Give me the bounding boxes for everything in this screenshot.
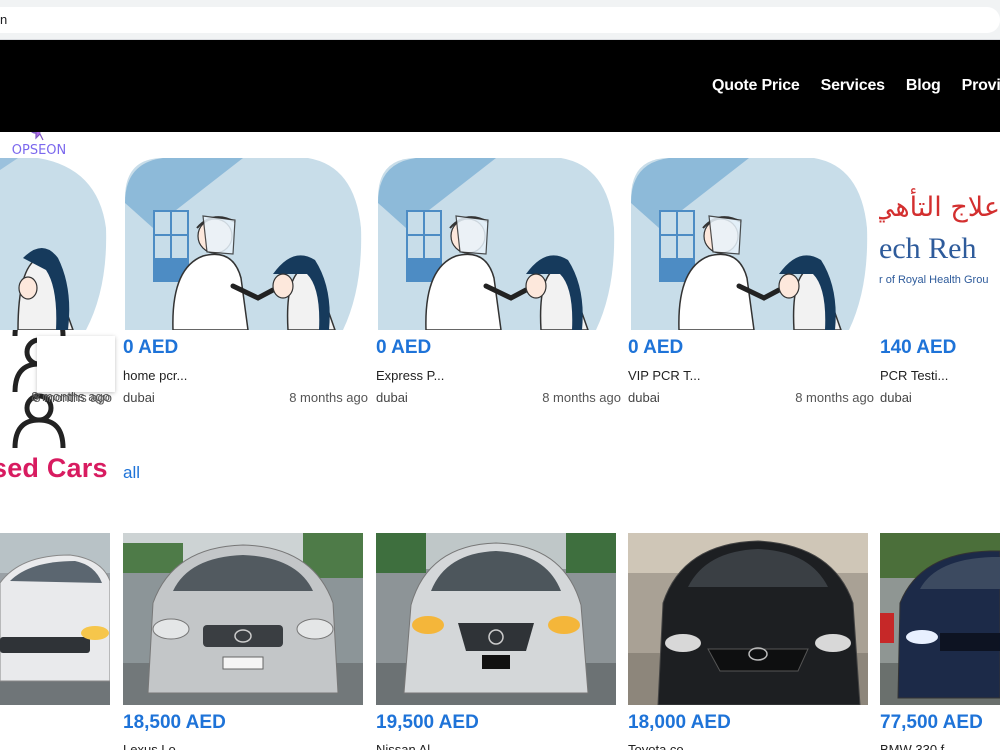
- pcr-illustration[interactable]: [376, 158, 616, 330]
- nav-quote-price[interactable]: Quote Price: [712, 77, 800, 95]
- car-photo[interactable]: [0, 533, 110, 705]
- listing-time: 8 months ago: [289, 390, 368, 405]
- listing-city: dubai: [376, 390, 408, 405]
- site-header: Quote Price Services Blog Provic: [0, 40, 1000, 132]
- car-photo[interactable]: [376, 533, 616, 705]
- rehab-banner-image[interactable]: علاج التأهي ech Reh r of Royal Health Gr…: [879, 158, 1000, 330]
- seller-avatar[interactable]: [37, 336, 115, 392]
- car-photo[interactable]: [628, 533, 868, 705]
- nav-services[interactable]: Services: [821, 77, 885, 95]
- listing-title[interactable]: VIP PCR T...: [628, 368, 701, 383]
- main-nav: Quote Price Services Blog Provic: [712, 40, 1000, 132]
- car-price: 19,500 AED: [376, 712, 479, 733]
- listing-title[interactable]: home pcr...: [123, 368, 187, 383]
- listing-city: dubai: [123, 390, 155, 405]
- pcr-illustration[interactable]: [629, 158, 869, 330]
- listing-price: 0 AED: [123, 337, 179, 358]
- listing-price: 0 AED: [628, 337, 684, 358]
- listing-city: dubai: [880, 390, 912, 405]
- listing-title[interactable]: PCR Testi...: [880, 368, 948, 383]
- listing-price: 0 AED: [376, 337, 432, 358]
- rehab-arabic-name: علاج التأهي: [879, 192, 1000, 223]
- used-cars-heading: sed Cars: [0, 453, 108, 483]
- browser-toolbar: n: [0, 0, 1000, 40]
- listing-time: 8 months ago: [795, 390, 874, 405]
- car-price: 77,500 AED: [880, 712, 983, 733]
- car-title[interactable]: BMW 330 f...: [880, 742, 955, 750]
- car-title[interactable]: Lexus Lo...: [123, 742, 187, 750]
- car-photo[interactable]: [880, 533, 1000, 705]
- nav-providers[interactable]: Provic: [962, 77, 1000, 95]
- listing-time: 8 months ago: [33, 390, 112, 405]
- car-title[interactable]: Toyota co...: [628, 742, 694, 750]
- listing-title[interactable]: Express P...: [376, 368, 444, 383]
- rehab-english-name: ech Reh: [879, 232, 977, 265]
- page: n Quote Price Services Blog Provic 8 mon…: [0, 0, 1000, 750]
- rehab-subline: r of Royal Health Grou: [879, 274, 989, 286]
- listing-city: dubai: [628, 390, 660, 405]
- car-photo[interactable]: [123, 533, 363, 705]
- pcr-illustration[interactable]: [0, 158, 108, 330]
- car-title[interactable]: Nissan Al...: [376, 742, 441, 750]
- car-price: 18,500 AED: [123, 712, 226, 733]
- car-price: 18,000 AED: [628, 712, 731, 733]
- listing-time: 8 months ago: [542, 390, 621, 405]
- listing-price: 140 AED: [880, 337, 957, 358]
- address-bar[interactable]: n: [0, 7, 1000, 33]
- used-cars-all-link[interactable]: all: [123, 463, 140, 483]
- pcr-illustration[interactable]: [123, 158, 363, 330]
- svg-text:OPSEON: OPSEON: [12, 143, 67, 158]
- nav-blog[interactable]: Blog: [906, 77, 941, 95]
